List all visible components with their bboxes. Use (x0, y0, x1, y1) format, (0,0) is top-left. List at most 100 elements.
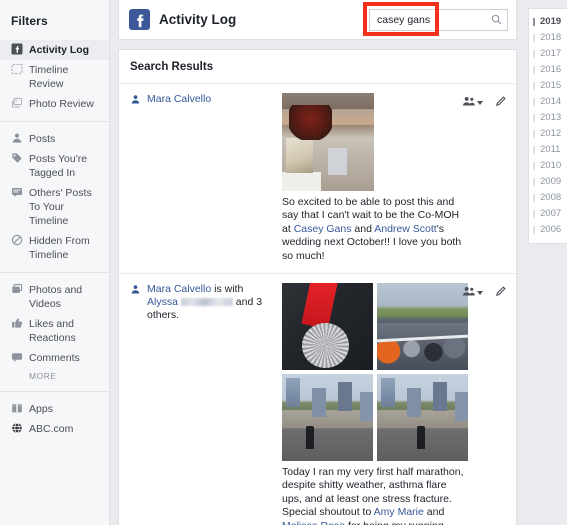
sidebar-item-posts-youre-tagged-in[interactable]: Posts You're Tagged In (0, 149, 109, 183)
year-item[interactable]: 2019 (529, 14, 567, 30)
year-tick (533, 98, 535, 106)
year-item[interactable]: 2007 (529, 206, 567, 222)
post-text-segment: and (351, 223, 374, 235)
year-label: 2012 (540, 128, 561, 139)
photo-artwork (282, 374, 373, 461)
year-tick (533, 82, 535, 90)
sidebar-group-media: Photos and Videos Likes and Reactions Co… (0, 272, 109, 391)
sidebar-item-label: Posts You're Tagged In (29, 152, 103, 180)
year-item[interactable]: 2009 (529, 174, 567, 190)
post-actions (462, 95, 507, 110)
author-link[interactable]: Mara Calvello (147, 283, 211, 295)
filters-title: Filters (0, 0, 109, 40)
year-item[interactable]: 2011 (529, 142, 567, 158)
tag-icon (11, 152, 23, 165)
search-icon[interactable] (489, 13, 503, 27)
sidebar-item-hidden-from-timeline[interactable]: Hidden From Timeline (0, 231, 109, 265)
search-results-title: Search Results (119, 50, 516, 84)
year-item[interactable]: 2014 (529, 94, 567, 110)
year-item[interactable]: 2013 (529, 110, 567, 126)
sidebar-item-others-posts-to-your-timeline[interactable]: Others' Posts To Your Timeline (0, 183, 109, 231)
author-link[interactable]: Mara Calvello (147, 93, 211, 105)
sidebar-item-timeline-review[interactable]: Timeline Review (0, 60, 109, 94)
year-item[interactable]: 2017 (529, 46, 567, 62)
post-body: Today I ran my very first half marathon,… (282, 283, 508, 525)
sidebar-item-likes-and-reactions[interactable]: Likes and Reactions (0, 314, 109, 348)
sidebar-item-posts[interactable]: Posts (0, 129, 109, 149)
sidebar-item-label: Hidden From Timeline (29, 234, 103, 262)
sidebar-item-label: Photos and Videos (29, 283, 103, 311)
year-tick (533, 34, 535, 42)
hidden-circle-slash-icon (11, 234, 23, 247)
year-item[interactable]: 2016 (529, 62, 567, 78)
filters-sidebar: Filters Activity Log Timeline Review Pho… (0, 0, 110, 525)
friends-audience-icon (462, 286, 475, 300)
sidebar-item-abc-com[interactable]: ABC.com (0, 419, 109, 439)
post-photo[interactable] (282, 283, 373, 370)
year-label: 2006 (540, 224, 561, 235)
search-results-card: Search Results Mara Calvello (118, 49, 517, 525)
post-author-name: Mara Calvello (147, 93, 276, 106)
sidebar-item-label: Comments (29, 351, 103, 365)
photo-artwork (377, 283, 468, 370)
search-input[interactable] (377, 14, 489, 26)
photo-artwork (377, 374, 468, 461)
post-photo[interactable] (377, 283, 468, 370)
year-item[interactable]: 2008 (529, 190, 567, 206)
mention-link-melissa-rose[interactable]: Melissa Rose (282, 520, 345, 525)
post-photo[interactable] (282, 374, 373, 461)
audience-selector[interactable] (462, 96, 483, 110)
mention-link-amy-marie[interactable]: Amy Marie (374, 506, 424, 518)
comment-bubble-icon (11, 186, 23, 199)
sidebar-item-photos-and-videos[interactable]: Photos and Videos (0, 280, 109, 314)
pencil-edit-icon[interactable] (495, 285, 507, 300)
sidebar-item-label: Timeline Review (29, 63, 103, 91)
sidebar-item-photo-review[interactable]: Photo Review (0, 94, 109, 114)
year-tick (533, 130, 535, 138)
year-label: 2016 (540, 64, 561, 75)
audience-selector[interactable] (462, 286, 483, 300)
comment-icon (11, 351, 23, 364)
year-tick (533, 66, 535, 74)
mention-link-andrew-scott[interactable]: Andrew Scott (374, 223, 436, 235)
year-item[interactable]: 2012 (529, 126, 567, 142)
year-filter-rail: 2019 2018 2017 2016 2015 2014 2013 2012 … (525, 0, 567, 525)
sidebar-more-button[interactable]: MORE (0, 368, 109, 384)
year-tick (533, 114, 535, 122)
sidebar-item-label: Posts (29, 132, 103, 146)
year-tick (533, 178, 535, 186)
year-item[interactable]: 2015 (529, 78, 567, 94)
year-item[interactable]: 2010 (529, 158, 567, 174)
sidebar-group-apps: Apps ABC.com (0, 391, 109, 446)
person-icon (130, 284, 141, 296)
sidebar-item-apps[interactable]: Apps (0, 399, 109, 419)
post-photo[interactable] (377, 374, 468, 461)
pencil-edit-icon[interactable] (495, 95, 507, 110)
photo-artwork (282, 93, 374, 191)
tagged-person-link[interactable]: Alyssa (147, 296, 178, 308)
sidebar-item-label: ABC.com (29, 422, 103, 436)
person-icon (130, 94, 141, 106)
year-item[interactable]: 2018 (529, 30, 567, 46)
sidebar-item-comments[interactable]: Comments (0, 348, 109, 368)
post-photo[interactable] (282, 93, 374, 191)
photos-icon (11, 283, 23, 296)
post-byline: Mara Calvello (130, 93, 276, 106)
year-label: 2018 (540, 32, 561, 43)
page-title: Activity Log (159, 12, 236, 27)
friends-audience-icon (462, 96, 475, 110)
year-tick (533, 210, 535, 218)
post-photo-grid (282, 283, 468, 461)
year-list: 2019 2018 2017 2016 2015 2014 2013 2012 … (528, 8, 567, 244)
sidebar-item-activity-log[interactable]: Activity Log (0, 40, 109, 60)
activity-log-page: Filters Activity Log Timeline Review Pho… (0, 0, 567, 525)
activity-post: Mara Calvello is with Alyssa and 3 other… (119, 274, 516, 525)
year-item[interactable]: 2006 (529, 222, 567, 238)
mention-link-casey-gans[interactable]: Casey Gans (294, 223, 352, 235)
post-author-name: Mara Calvello is with Alyssa and 3 other… (147, 283, 276, 322)
search-box[interactable] (369, 9, 508, 31)
facebook-logo (129, 9, 150, 30)
main-content: Activity Log Search Results (110, 0, 525, 525)
year-label: 2019 (540, 16, 561, 27)
search-container (369, 9, 508, 31)
